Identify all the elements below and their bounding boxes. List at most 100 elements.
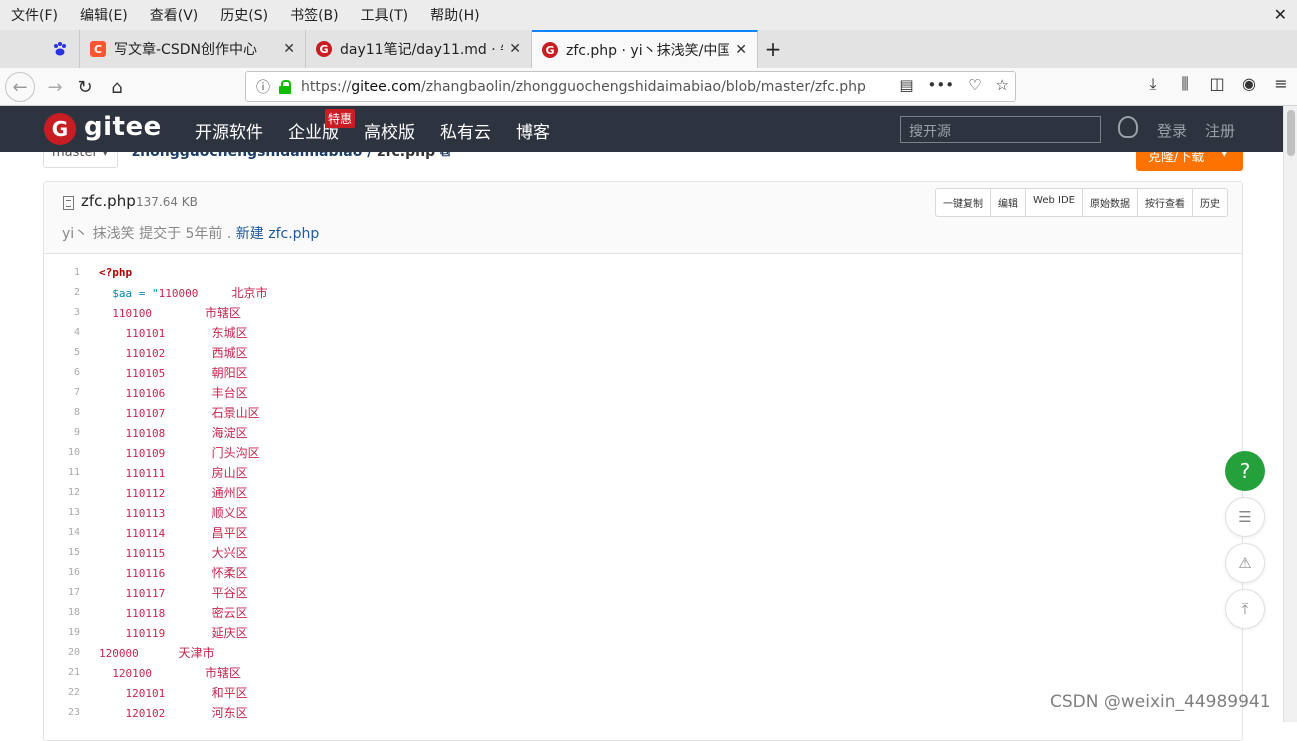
- tab-close-icon[interactable]: ✕: [735, 42, 747, 58]
- tab-close-icon[interactable]: ✕: [509, 41, 521, 57]
- line-number[interactable]: 16: [44, 567, 80, 578]
- new-tab-button[interactable]: +: [758, 30, 788, 68]
- address-bar[interactable]: ⓘ https://gitee.com/zhangbaolin/zhongguo…: [245, 71, 1016, 102]
- line-number[interactable]: 4: [44, 327, 80, 338]
- sidebar-icon[interactable]: ◫: [1201, 74, 1233, 94]
- line-number[interactable]: 13: [44, 507, 80, 518]
- nav-private-cloud[interactable]: 私有云: [440, 118, 491, 143]
- feedback-icon[interactable]: ☰: [1225, 497, 1265, 537]
- line-content: 110116 怀柔区: [99, 564, 248, 581]
- search-input[interactable]: 搜开源: [900, 116, 1101, 143]
- account-icon[interactable]: ◉: [1233, 74, 1265, 94]
- branch-select[interactable]: master ▾: [43, 152, 118, 168]
- line-content: 110106 丰台区: [99, 384, 248, 401]
- menu-bookmarks[interactable]: 书签(B): [279, 5, 350, 25]
- reader-view-icon[interactable]: ▤: [899, 76, 913, 94]
- region-code: 110115: [125, 546, 166, 560]
- line-number[interactable]: 1: [44, 267, 80, 278]
- line-number[interactable]: 5: [44, 347, 80, 358]
- column-gap: [165, 407, 211, 420]
- menu-tools[interactable]: 工具(T): [350, 5, 419, 25]
- tab-day11[interactable]: G day11笔记/day11.md · 牛 ✕: [306, 30, 532, 68]
- pocket-icon[interactable]: ♡: [968, 76, 981, 94]
- edit-button[interactable]: 编辑: [991, 189, 1027, 216]
- line-number[interactable]: 15: [44, 547, 80, 558]
- page-scrollbar[interactable]: [1283, 106, 1297, 722]
- line-number[interactable]: 17: [44, 587, 80, 598]
- hamburger-menu-icon[interactable]: ≡: [1265, 74, 1297, 94]
- line-number[interactable]: 7: [44, 387, 80, 398]
- line-number[interactable]: 9: [44, 427, 80, 438]
- line-number[interactable]: 12: [44, 487, 80, 498]
- line-number[interactable]: 3: [44, 307, 80, 318]
- line-number[interactable]: 8: [44, 407, 80, 418]
- line-number[interactable]: 14: [44, 527, 80, 538]
- url-text[interactable]: https://gitee.com/zhangbaolin/zhongguoch…: [301, 79, 866, 95]
- signup-link[interactable]: 注册: [1205, 120, 1235, 141]
- line-number[interactable]: 18: [44, 607, 80, 618]
- menu-help[interactable]: 帮助(H): [419, 5, 490, 25]
- line-number[interactable]: 19: [44, 627, 80, 638]
- report-icon[interactable]: ⚠: [1225, 543, 1265, 583]
- line-number[interactable]: 23: [44, 707, 80, 718]
- line-number[interactable]: 10: [44, 447, 80, 458]
- gitee-icon: G: [316, 41, 332, 57]
- copy-icon[interactable]: ⧉: [440, 152, 450, 160]
- gitee-wordmark[interactable]: gitee: [84, 112, 162, 142]
- gitee-logo-icon[interactable]: G: [44, 113, 76, 145]
- lightbulb-icon[interactable]: [1118, 116, 1138, 138]
- path-separator: /: [367, 152, 373, 160]
- tab-close-icon[interactable]: ✕: [283, 41, 295, 57]
- history-button[interactable]: 历史: [1193, 189, 1227, 216]
- library-icon[interactable]: ⫼: [1169, 74, 1201, 94]
- more-actions-icon[interactable]: •••: [928, 76, 955, 94]
- region-code: 110119: [125, 626, 166, 640]
- window-close-icon[interactable]: ✕: [1274, 5, 1287, 24]
- commit-link[interactable]: 新建 zfc.php: [236, 226, 320, 242]
- column-gap: [152, 307, 205, 320]
- line-number[interactable]: 6: [44, 367, 80, 378]
- code-line: 11 110111 房山区: [44, 462, 1242, 482]
- menu-view[interactable]: 查看(V): [139, 5, 210, 25]
- line-number[interactable]: 11: [44, 467, 80, 478]
- blame-button[interactable]: 按行查看: [1138, 189, 1193, 216]
- reload-icon[interactable]: ↻: [70, 72, 100, 102]
- region-name: 海淀区: [211, 425, 248, 440]
- info-icon[interactable]: ⓘ: [253, 77, 273, 97]
- menu-file[interactable]: 文件(F): [0, 5, 69, 25]
- back-to-top-icon[interactable]: ⤒: [1225, 589, 1265, 629]
- repo-link[interactable]: zhongguochengshidaimabiao: [132, 152, 362, 160]
- nav-education[interactable]: 高校版: [364, 118, 415, 143]
- bookmark-star-icon[interactable]: ☆: [996, 76, 1009, 94]
- pinned-tab-baidu[interactable]: [40, 30, 80, 68]
- forward-arrow-icon[interactable]: →: [40, 72, 70, 102]
- copy-all-button[interactable]: 一键复制: [936, 189, 992, 216]
- clone-download-button[interactable]: 克隆/下载 ▾: [1136, 152, 1243, 171]
- region-code: 120101: [125, 686, 166, 700]
- home-icon[interactable]: ⌂: [102, 72, 132, 102]
- line-content: <?php: [99, 266, 132, 279]
- line-number[interactable]: 21: [44, 667, 80, 678]
- nav-open-source[interactable]: 开源软件: [195, 118, 263, 143]
- line-number[interactable]: 22: [44, 687, 80, 698]
- help-button[interactable]: ?: [1225, 451, 1265, 491]
- menu-history[interactable]: 历史(S): [209, 5, 279, 25]
- tab-csdn[interactable]: C 写文章-CSDN创作中心 ✕: [80, 30, 306, 68]
- tab-zfc-php[interactable]: G zfc.php · yi丶抹浅笑/中国 ✕: [532, 30, 758, 68]
- raw-button[interactable]: 原始数据: [1083, 189, 1138, 216]
- download-icon[interactable]: ⤓: [1137, 74, 1169, 94]
- scrollbar-thumb[interactable]: [1287, 110, 1295, 156]
- line-number[interactable]: 20: [44, 647, 80, 658]
- column-gap: [165, 507, 211, 520]
- line-number[interactable]: 2: [44, 287, 80, 298]
- login-link[interactable]: 登录: [1157, 120, 1187, 141]
- nav-blog[interactable]: 博客: [516, 118, 550, 143]
- back-arrow-icon[interactable]: ←: [5, 72, 35, 102]
- menu-edit[interactable]: 编辑(E): [69, 5, 139, 25]
- region-code: 110108: [125, 426, 166, 440]
- web-ide-button[interactable]: Web IDE: [1026, 189, 1083, 216]
